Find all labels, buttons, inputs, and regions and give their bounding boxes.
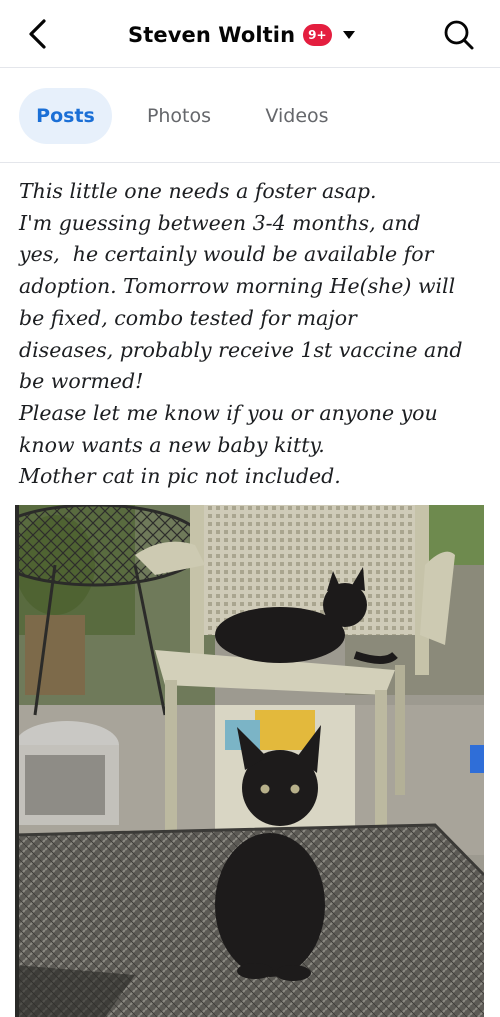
tab-posts[interactable]: Posts	[19, 88, 112, 144]
tab-videos[interactable]: Videos	[250, 88, 344, 144]
post-photo[interactable]	[15, 505, 484, 1017]
back-arrow-icon	[29, 19, 46, 49]
notification-badge: 9+	[303, 24, 332, 46]
tab-photos[interactable]: Photos	[132, 88, 226, 144]
search-icon	[444, 20, 474, 50]
page-title: Steven Woltin	[128, 23, 296, 47]
search-button[interactable]	[440, 16, 478, 54]
post-body-text: This little one needs a foster asap. I'm…	[19, 179, 463, 489]
kittens-photo-illustration	[15, 505, 484, 1017]
profile-switcher[interactable]: Steven Woltin 9+	[128, 18, 358, 52]
top-bar: Steven Woltin 9+	[0, 0, 500, 68]
caret-down-icon	[340, 26, 358, 44]
profile-tabs: Posts Photos Videos	[0, 69, 500, 163]
back-button[interactable]	[20, 16, 56, 52]
